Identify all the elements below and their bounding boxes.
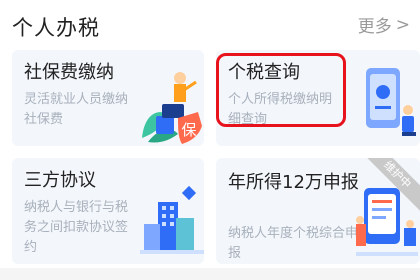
badge-text: 保 [181, 121, 196, 139]
tax-inquiry-illustration [366, 68, 416, 136]
section-header: 个人办税 更多 > [0, 0, 420, 48]
card-desc: 纳税人年度个税综合申报 [228, 226, 359, 261]
card-desc: 纳税人与银行与税务之间扣款协议签约 [24, 200, 129, 255]
card-desc: 灵活就业人员缴纳社保费 [24, 92, 129, 127]
card-title: 个税查询 [228, 62, 300, 83]
more-label: 更多 [357, 17, 392, 37]
section-title: 个人办税 [12, 16, 100, 40]
bottom-divider [0, 268, 420, 280]
social-insurance-illustration: 保 [142, 72, 202, 144]
card-desc: 个人所得税缴纳明细查询 [228, 92, 333, 127]
card-tax-inquiry[interactable]: 个税查询 个人所得税缴纳明细查询 [216, 50, 420, 146]
card-tripartite-agreement[interactable]: 三方协议 纳税人与银行与税务之间扣款协议签约 [12, 158, 204, 264]
agreement-buildings-illustration [140, 185, 204, 254]
more-link[interactable]: 更多 > [357, 12, 410, 38]
chevron-right-icon: > [395, 14, 410, 35]
card-annual-income-declaration[interactable]: 年所得12万申报 纳税人年度个税综合申报 维护中 [216, 158, 420, 264]
card-social-insurance[interactable]: 社保费缴纳 灵活就业人员缴纳社保费 保 [12, 50, 204, 146]
card-title: 三方协议 [24, 170, 96, 191]
card-title: 社保费缴纳 [24, 62, 114, 83]
